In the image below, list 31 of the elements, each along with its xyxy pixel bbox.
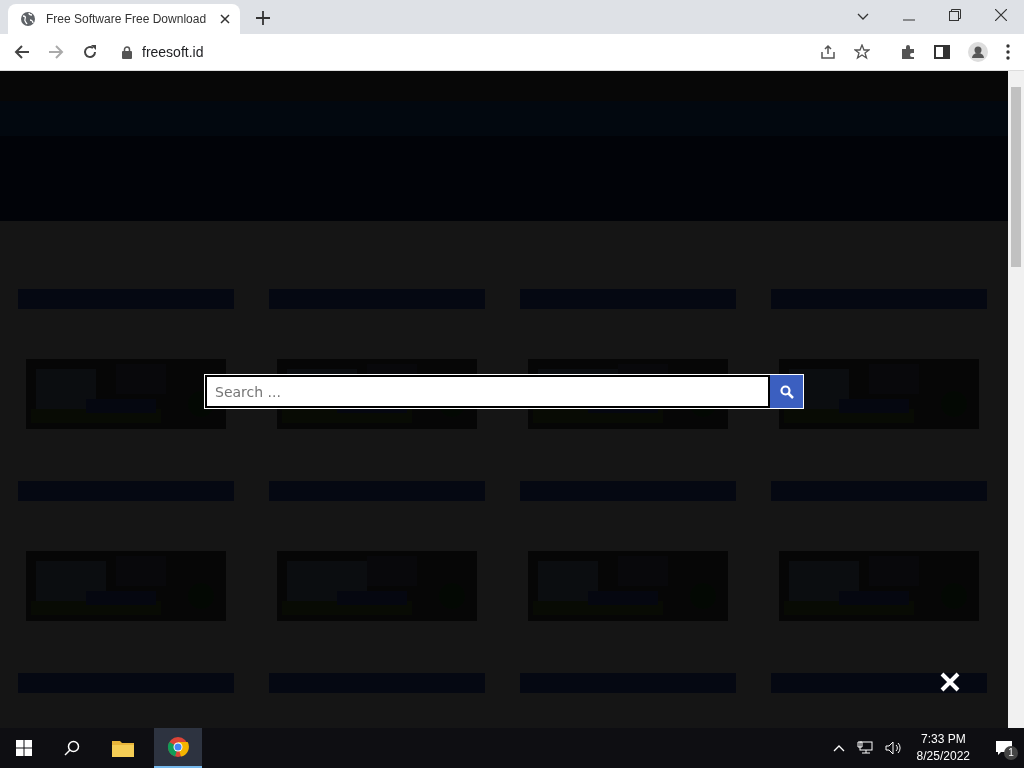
restore-icon[interactable] — [949, 9, 961, 21]
globe-icon — [20, 11, 36, 27]
search-icon[interactable] — [64, 740, 80, 756]
search-field[interactable]: Search ... — [205, 375, 770, 408]
network-icon[interactable] — [856, 741, 873, 755]
scrollbar[interactable] — [1008, 71, 1024, 728]
share-icon[interactable] — [820, 44, 836, 60]
browser-icon — [167, 736, 189, 758]
back-icon[interactable] — [14, 44, 30, 60]
star-icon[interactable] — [854, 44, 870, 60]
chevron-up-icon[interactable] — [832, 744, 845, 752]
reload-icon[interactable] — [82, 44, 98, 60]
speaker-icon[interactable] — [884, 741, 903, 755]
browser-tab[interactable]: Free Software Free Download — [8, 4, 240, 34]
puzzle-icon[interactable] — [900, 44, 916, 60]
more-icon[interactable] — [1006, 44, 1010, 60]
side-panel-icon[interactable] — [934, 44, 950, 60]
profile-icon[interactable] — [968, 42, 988, 62]
close-icon[interactable] — [995, 9, 1007, 21]
windows-start-icon[interactable] — [16, 740, 32, 756]
folder-icon[interactable] — [112, 739, 134, 757]
new-tab-icon[interactable] — [256, 11, 270, 25]
search-button[interactable] — [770, 375, 803, 408]
search-icon — [779, 384, 794, 399]
chevron-down-icon[interactable] — [857, 13, 869, 21]
close-icon[interactable] — [220, 14, 230, 24]
lock-icon — [122, 45, 132, 59]
notification-badge: 1 — [1004, 746, 1018, 760]
clock-time[interactable]: 7:33 PM — [920, 731, 966, 748]
chrome-taskbar-button[interactable] — [154, 728, 202, 768]
clock-date[interactable]: 8/25/2022 — [916, 748, 970, 765]
